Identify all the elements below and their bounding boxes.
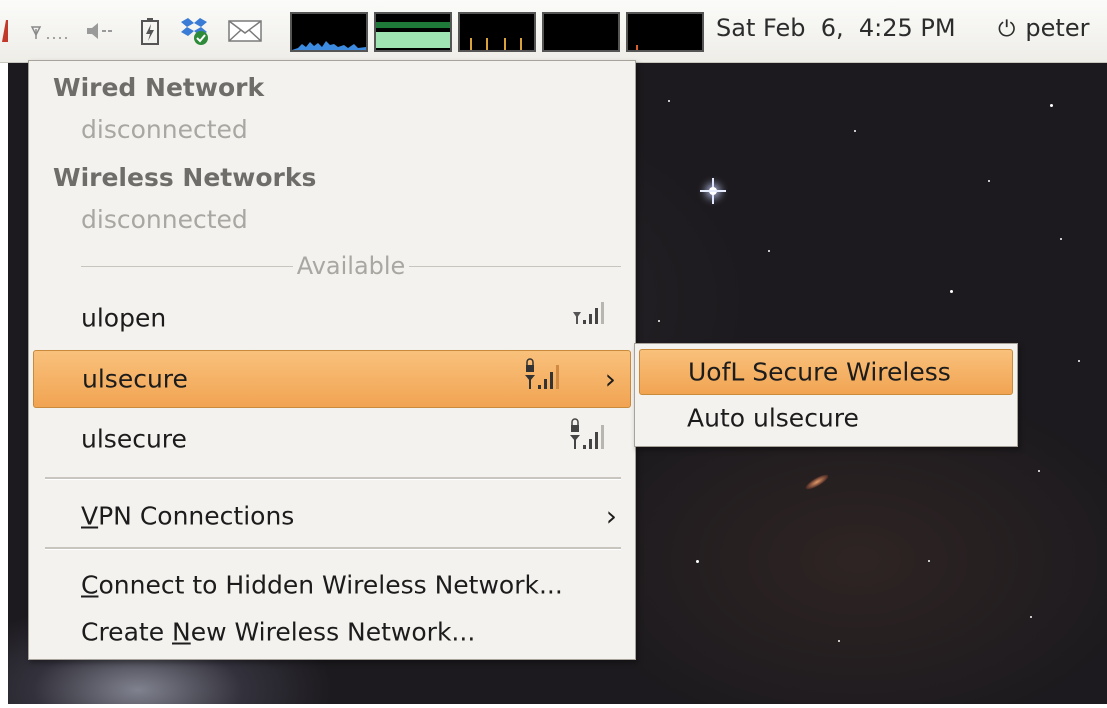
- network-name: ulopen: [81, 303, 167, 333]
- network-menu: Wired Network disconnected Wireless Netw…: [28, 60, 636, 660]
- vpn-connections-item[interactable]: VPN Connections ›: [33, 487, 631, 545]
- network-item-ulopen[interactable]: ulopen: [33, 289, 631, 347]
- panel-clock[interactable]: Sat Feb 6, 4:25 PM: [716, 14, 956, 42]
- menu-separator: [45, 547, 621, 550]
- network-monitor[interactable]: [458, 12, 536, 52]
- bright-star: [700, 178, 726, 204]
- battery-icon[interactable]: [136, 17, 164, 45]
- star: [988, 180, 990, 182]
- swap-monitor[interactable]: [542, 12, 620, 52]
- available-divider: Available: [81, 251, 622, 281]
- star: [1078, 360, 1080, 362]
- star: [928, 560, 930, 562]
- wifi-secure-signal-icon: [524, 357, 568, 401]
- network-disconnected-icon[interactable]: [26, 17, 78, 45]
- star: [696, 560, 699, 563]
- chevron-right-icon: ›: [605, 499, 617, 533]
- star: [950, 290, 953, 293]
- top-panel: Sat Feb 6, 4:25 PM ⏻ peter: [0, 0, 1107, 63]
- power-icon: ⏻: [998, 17, 1016, 42]
- star: [838, 640, 840, 642]
- app-menu-icon[interactable]: [0, 17, 8, 45]
- connect-hidden-label: Connect to Hidden Wireless Network...: [81, 571, 563, 600]
- star: [768, 250, 770, 252]
- star: [658, 320, 660, 322]
- network-name: ulsecure: [81, 424, 187, 454]
- dropbox-icon[interactable]: [174, 17, 214, 45]
- create-network-label: Create New Wireless Network...: [81, 618, 475, 647]
- create-mnemonic: N: [172, 617, 191, 647]
- submenu-item-uofl-secure-wireless[interactable]: UofL Secure Wireless: [639, 349, 1013, 395]
- star: [1038, 470, 1040, 472]
- mail-icon[interactable]: [226, 17, 264, 45]
- vpn-connections-label: VPN Connections: [81, 502, 294, 531]
- wireless-network-status: disconnected: [81, 205, 248, 234]
- galaxy: [803, 472, 831, 492]
- create-label-rest: ew Wireless Network...: [190, 617, 476, 647]
- available-label: Available: [296, 252, 406, 280]
- connect-label-rest: onnect to Hidden Wireless Network...: [98, 570, 563, 600]
- submenu-item-label: UofL Secure Wireless: [688, 357, 951, 387]
- cpu-monitor[interactable]: [290, 12, 368, 52]
- wireless-networks-title: Wireless Networks: [53, 163, 317, 192]
- submenu-item-label: Auto ulsecure: [687, 403, 859, 433]
- star: [854, 130, 856, 132]
- wifi-signal-icon: [573, 300, 617, 336]
- submenu-item-auto-ulsecure[interactable]: Auto ulsecure: [639, 395, 1013, 441]
- create-label-pre: Create: [81, 617, 173, 647]
- load-monitor[interactable]: [626, 12, 704, 52]
- wifi-secure-signal-icon: [569, 417, 613, 461]
- create-network-item[interactable]: Create New Wireless Network...: [33, 607, 631, 657]
- connect-hidden-network-item[interactable]: Connect to Hidden Wireless Network...: [33, 559, 631, 611]
- chevron-right-icon: ›: [604, 362, 616, 396]
- star: [1060, 238, 1062, 240]
- wired-network-title: Wired Network: [53, 73, 265, 102]
- star: [1030, 616, 1032, 618]
- star: [1050, 104, 1053, 107]
- wired-network-status: disconnected: [81, 115, 248, 144]
- connect-mnemonic: C: [81, 570, 99, 600]
- network-name: ulsecure: [82, 364, 188, 394]
- vpn-label-rest: PN Connections: [98, 501, 295, 531]
- vpn-mnemonic: V: [81, 501, 99, 531]
- menu-separator: [45, 477, 621, 480]
- user-name: peter: [1025, 14, 1090, 42]
- user-menu[interactable]: ⏻ peter: [998, 14, 1089, 42]
- network-item-ulsecure[interactable]: ulsecure: [33, 410, 631, 468]
- network-item-ulsecure-selected[interactable]: ulsecure ›: [33, 350, 631, 408]
- star: [668, 100, 670, 102]
- memory-monitor[interactable]: [374, 12, 452, 52]
- volume-muted-icon[interactable]: [84, 17, 118, 45]
- ulsecure-submenu: UofL Secure Wireless Auto ulsecure: [634, 343, 1018, 447]
